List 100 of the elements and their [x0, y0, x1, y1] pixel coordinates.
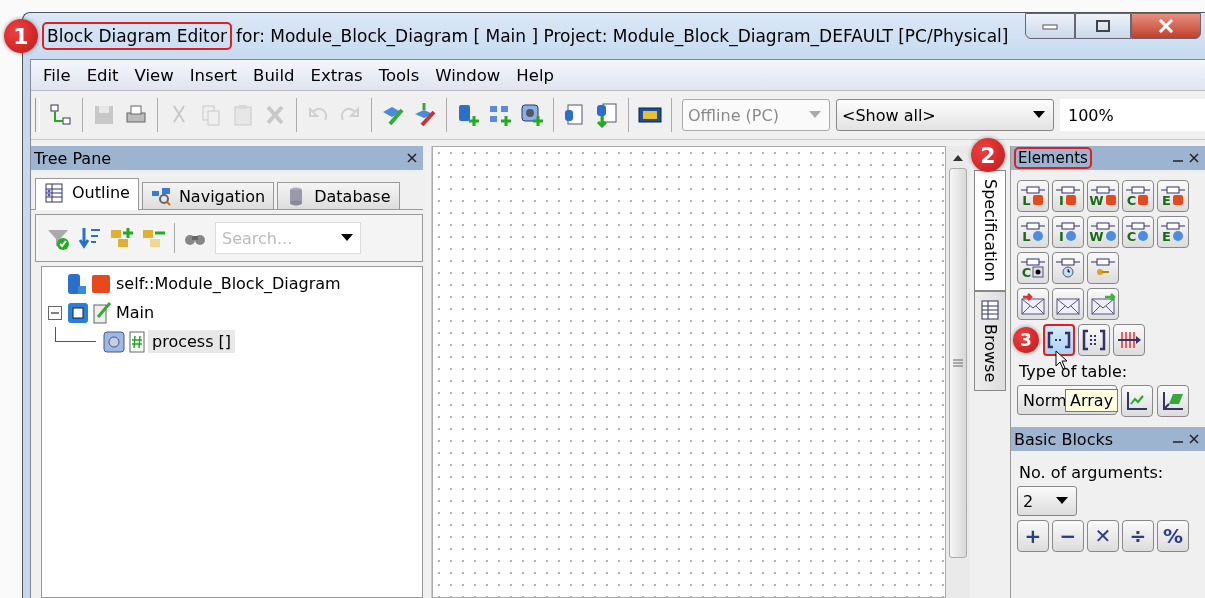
envelope-in-icon	[1020, 292, 1046, 316]
element-button[interactable]	[1078, 324, 1110, 356]
maximize-button[interactable]	[1075, 13, 1131, 39]
connector-icon	[1161, 221, 1185, 230]
element-button[interactable]	[1043, 324, 1075, 356]
menu-item[interactable]: Build	[245, 65, 303, 85]
tree-item[interactable]: process []	[148, 330, 236, 353]
element-button[interactable]: L	[1017, 216, 1049, 248]
tooltip: Array	[1065, 389, 1119, 412]
circle-icon	[1137, 230, 1150, 242]
pane-tab[interactable]: Database	[277, 182, 400, 209]
menu-item[interactable]: Help	[508, 65, 562, 85]
side-tab[interactable]: Browse	[974, 290, 1006, 391]
operator-button[interactable]: %	[1157, 520, 1189, 552]
tree-item[interactable]: Main	[112, 301, 159, 324]
close-icon[interactable]	[407, 153, 417, 163]
square-icon	[1171, 194, 1184, 206]
caret-icon	[1033, 111, 1045, 119]
element-button[interactable]: L	[1017, 180, 1049, 212]
close-icon[interactable]	[1189, 434, 1199, 444]
table-icon	[980, 299, 1000, 320]
square-icon	[1064, 194, 1077, 206]
arguments-label: No. of arguments:	[1018, 463, 1165, 482]
navigation-icon	[150, 186, 171, 206]
callout-number: 1	[4, 19, 38, 53]
tree-connector-line	[55, 327, 96, 342]
element-button[interactable]	[1052, 288, 1084, 320]
filter-dropdown[interactable]: <Show all>	[836, 99, 1054, 131]
element-button[interactable]: C	[1017, 252, 1049, 284]
element-button[interactable]: E	[1157, 216, 1189, 248]
menu-item[interactable]: Extras	[302, 65, 371, 85]
minimize-button[interactable]	[1025, 13, 1075, 39]
close-icon[interactable]	[1189, 153, 1199, 163]
square-icon	[1031, 194, 1044, 206]
zoom-field[interactable]: 100%	[1060, 99, 1205, 131]
window-title: for: Module_Block_Diagram [ Main ] Project: Module_Block_Diagram_DEFAULT [PC/Physical]	[236, 26, 1009, 46]
square-icon	[1104, 194, 1117, 206]
side-tab[interactable]: Specification	[974, 170, 1006, 291]
menu-item[interactable]: Window	[427, 65, 509, 85]
program-icon	[66, 300, 112, 325]
arguments-dropdown[interactable]: 2	[1017, 486, 1077, 516]
square-icon	[1137, 194, 1150, 206]
tree-item[interactable]: self::Module_Block_Diagram	[112, 272, 345, 295]
element-button[interactable]: I	[1052, 216, 1084, 248]
circle-icon	[1064, 230, 1077, 242]
menu-item[interactable]: File	[35, 65, 79, 85]
connector-icon	[1056, 185, 1080, 194]
element-button[interactable]: W	[1087, 216, 1119, 248]
connector-icon	[1021, 185, 1045, 194]
curve-table-button[interactable]	[1121, 385, 1153, 417]
element-button[interactable]: W	[1087, 180, 1119, 212]
pane-title: Tree Pane	[34, 148, 112, 168]
map-table-button[interactable]	[1157, 385, 1189, 417]
grip-icon	[953, 359, 963, 367]
menu-item[interactable]: Tools	[370, 65, 428, 85]
pane-tab[interactable]: Navigation	[141, 182, 275, 209]
scroll-up-icon[interactable]	[953, 154, 963, 162]
collapse-toggle[interactable]	[48, 305, 62, 320]
callout-number: 2	[971, 138, 1005, 172]
element-button[interactable]	[1017, 288, 1049, 320]
connector-icon	[1091, 258, 1115, 266]
connector-icon	[1021, 257, 1045, 266]
connector-icon	[1056, 258, 1080, 266]
caret-icon	[809, 111, 821, 119]
module-icon	[66, 271, 112, 296]
menu-item[interactable]: View	[126, 65, 182, 85]
connector-icon	[1126, 185, 1150, 194]
circle-icon	[1171, 230, 1184, 242]
pane-tab[interactable]: Outline	[35, 178, 139, 210]
connector-icon	[1021, 221, 1045, 230]
key-icon	[1097, 266, 1109, 278]
close-button[interactable]	[1131, 13, 1201, 39]
element-button[interactable]: I	[1052, 180, 1084, 212]
maximize-icon	[1095, 19, 1111, 33]
expand-all-icon[interactable]	[110, 226, 134, 250]
panel-title: Basic Blocks	[1014, 429, 1114, 449]
caret-icon[interactable]	[341, 234, 353, 242]
element-button[interactable]	[1087, 288, 1119, 320]
connector-icon	[1161, 185, 1185, 194]
window-title-highlight: Block Diagram Editor	[42, 22, 233, 50]
connector-icon	[1056, 221, 1080, 230]
operator-button[interactable]: ÷	[1122, 520, 1154, 552]
menu-item[interactable]: Edit	[78, 65, 127, 85]
circle-icon	[1031, 230, 1044, 242]
operator-button[interactable]: −	[1052, 520, 1084, 552]
element-button[interactable]	[1113, 324, 1145, 356]
operator-button[interactable]: ✕	[1087, 520, 1119, 552]
matrix-icon	[1081, 328, 1107, 352]
sort-icon[interactable]	[78, 226, 102, 250]
menu-item[interactable]: Insert	[181, 65, 246, 85]
clock-icon	[1062, 266, 1074, 278]
scrollbar[interactable]	[946, 146, 970, 598]
connector-icon	[1126, 221, 1150, 230]
element-button[interactable]: C	[1122, 180, 1154, 212]
element-button[interactable]: E	[1157, 180, 1189, 212]
connector-icon	[1091, 221, 1115, 230]
operator-button[interactable]: +	[1017, 520, 1049, 552]
search-field[interactable]: Search...	[215, 222, 361, 254]
element-button[interactable]: C	[1122, 216, 1154, 248]
minimize-icon	[1042, 22, 1058, 30]
